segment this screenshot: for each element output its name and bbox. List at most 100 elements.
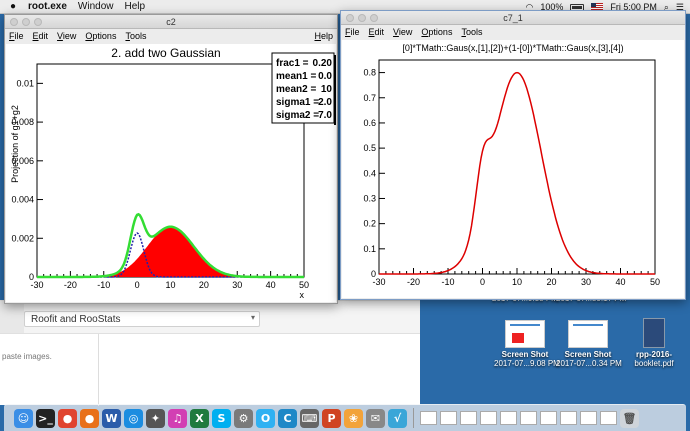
menu-options[interactable]: Options	[421, 27, 452, 37]
desktop-file-label: 2017-07...0.34 PM	[556, 359, 622, 368]
stat-value: 2.0	[318, 97, 332, 108]
excel-icon[interactable]: X	[190, 408, 209, 428]
minimized-window[interactable]	[580, 411, 597, 425]
menu-view[interactable]: View	[57, 31, 76, 41]
skype-icon[interactable]: S	[212, 408, 231, 428]
stat-value: 0.0	[318, 71, 332, 82]
x-tick-label: 30	[232, 280, 242, 290]
desktop-file-5[interactable]: rpp-2016- booklet.pdf	[624, 318, 684, 368]
y-axis-label: Projection of g1+g2	[10, 105, 20, 183]
desktop-file-3[interactable]: Screen Shot 2017-07...9.08 PM	[494, 320, 560, 368]
stat-label: frac1 =	[276, 58, 309, 69]
menu-file[interactable]: File	[345, 27, 360, 37]
y-tick-label: 0.6	[363, 118, 376, 128]
x-tick-label: -20	[407, 277, 420, 287]
minimized-window[interactable]	[440, 411, 457, 425]
keyboard-icon[interactable]: ⌨	[300, 408, 319, 428]
window-c2[interactable]: c2 File Edit View Options Tools Help -30…	[4, 14, 338, 304]
desktop-file-name: rpp-2016-	[635, 350, 672, 359]
chart-title: 2. add two Gaussian	[111, 46, 220, 60]
word-icon[interactable]: W	[102, 408, 121, 428]
menu-help[interactable]: Help	[124, 1, 145, 12]
window-title: c7_1	[503, 13, 523, 23]
chart-title: [0]*TMath::Gaus(x,[1],[2])+(1-[0])*TMath…	[402, 43, 623, 53]
plot-frame	[378, 59, 656, 275]
plot-canvas[interactable]: -30 -20 -10 0 10 20 30 40 50 0 0.1 0.2 0.3 0.4 0.5 0.6 0…	[342, 40, 684, 298]
x-tick-label: 10	[512, 277, 522, 287]
menu-file[interactable]: File	[9, 31, 24, 41]
minimized-window[interactable]	[420, 411, 437, 425]
cisco-icon[interactable]: C	[278, 408, 297, 428]
menu-edit[interactable]: Edit	[369, 27, 385, 37]
minimized-window[interactable]	[520, 411, 537, 425]
screenshot-thumbnail	[568, 320, 608, 348]
chrome-icon[interactable]: ●	[58, 408, 77, 428]
minimized-window[interactable]	[540, 411, 557, 425]
root-icon[interactable]: √	[388, 408, 407, 428]
window-c7-titlebar[interactable]: c7_1	[341, 11, 685, 25]
menu-tools[interactable]: Tools	[461, 27, 482, 37]
stat-label: mean2 =	[276, 84, 316, 95]
dock-separator	[413, 408, 414, 428]
menu-help[interactable]: Help	[314, 31, 333, 41]
stat-label: sigma2 =	[276, 110, 319, 121]
photos-icon[interactable]: ❀	[344, 408, 363, 428]
preferences-icon[interactable]: ⚙	[234, 408, 253, 428]
x-tick-label: -10	[441, 277, 454, 287]
menu-options[interactable]: Options	[85, 31, 116, 41]
finder-icon[interactable]: ☺	[14, 408, 33, 428]
launchpad-icon[interactable]: ✦	[146, 408, 165, 428]
window-title: c2	[166, 17, 176, 27]
trash-icon[interactable]: 🗑	[620, 408, 639, 428]
x-tick-label: 40	[615, 277, 625, 287]
y-tick-label: 0.4	[363, 168, 376, 178]
apple-icon[interactable]: ●	[10, 1, 20, 12]
menu-view[interactable]: View	[393, 27, 412, 37]
powerpoint-icon[interactable]: P	[322, 408, 341, 428]
category-selector[interactable]: Roofit and RooStats ▾	[24, 311, 260, 327]
x-tick-label: 50	[299, 280, 309, 290]
y-tick-label: 0.8	[363, 68, 376, 78]
menu-tools[interactable]: Tools	[125, 31, 146, 41]
minimized-window[interactable]	[460, 411, 477, 425]
dock: ☺ >_ ● ● W ◎ ✦ ♫ X S ⚙ O C ⌨ P ❀ ✉ √ 🗑	[4, 404, 686, 431]
safari-icon[interactable]: ◎	[124, 408, 143, 428]
pdf-icon	[643, 318, 665, 348]
menu-edit[interactable]: Edit	[33, 31, 49, 41]
editor-pane[interactable]: paste images.	[0, 333, 420, 406]
plot-canvas[interactable]: -30 -20 -10 0 10 20 30 40 50 0 0.002 0.004 0.006 0.00…	[6, 44, 336, 302]
itunes-icon[interactable]: ♫	[168, 408, 187, 428]
y-tick-label: 0.7	[363, 93, 376, 103]
y-tick-label: 0.1	[363, 244, 376, 254]
window-c2-titlebar[interactable]: c2	[5, 15, 337, 29]
window-c7[interactable]: c7_1 File Edit View Options Tools -30 -20…	[340, 10, 686, 300]
desktop-file-4[interactable]: Screen Shot 2017-07...0.34 PM	[556, 320, 622, 368]
x-tick-label: 20	[199, 280, 209, 290]
stat-value: 10	[321, 84, 333, 95]
minimized-window[interactable]	[500, 411, 517, 425]
y-tick-label: 0.5	[363, 143, 376, 153]
x-tick-label: 0	[480, 277, 485, 287]
screenshot-thumbnail	[505, 320, 545, 348]
messages-icon[interactable]: O	[256, 408, 275, 428]
app-menu[interactable]: root.exe	[28, 1, 67, 12]
stat-label: sigma1 =	[276, 97, 319, 108]
y-tick-label: 0.2	[363, 219, 376, 229]
y-tick-label: 0	[371, 269, 376, 279]
terminal-icon[interactable]: >_	[36, 408, 55, 428]
mail-icon[interactable]: ✉	[366, 408, 385, 428]
desktop-file-label: 2017-07...9.08 PM	[494, 359, 560, 368]
stats-box-shadow	[334, 55, 336, 125]
chart-right[interactable]: -30 -20 -10 0 10 20 30 40 5000.10.20.30.40.50.60…	[342, 40, 684, 298]
chart-left[interactable]: -30 -20 -10 0 10 20 30 40 5000.0020.0040.0060.00…	[6, 44, 336, 302]
background-app: Roofit and RooStats ▾ paste images.	[0, 300, 420, 406]
x-tick-label: 30	[581, 277, 591, 287]
chevron-down-icon: ▾	[250, 313, 255, 322]
y-tick-label: 0.01	[16, 78, 34, 88]
minimized-window[interactable]	[480, 411, 497, 425]
minimized-window[interactable]	[560, 411, 577, 425]
x-tick-label: 40	[266, 280, 276, 290]
firefox-icon[interactable]: ●	[80, 408, 99, 428]
minimized-window[interactable]	[600, 411, 617, 425]
menu-window[interactable]: Window	[78, 1, 114, 12]
